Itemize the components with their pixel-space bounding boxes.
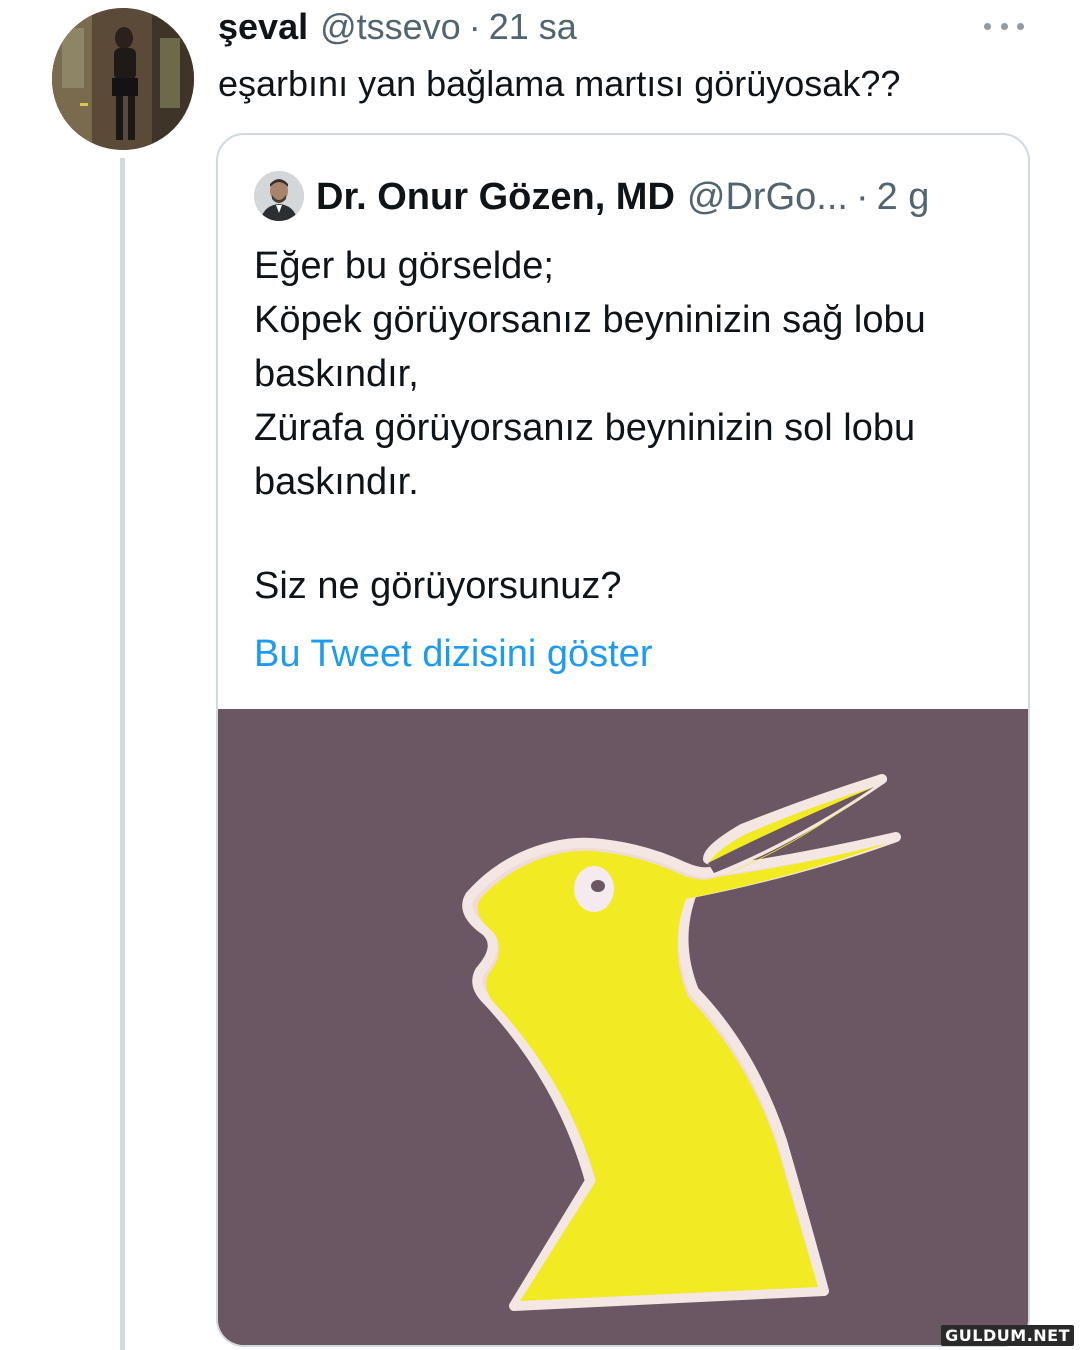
separator-dot: ·: [855, 176, 869, 218]
more-dot: [1000, 22, 1008, 30]
quoted-text-line: Köpek görüyorsanız beyninizin sağ lobu: [254, 299, 926, 341]
tweet-page: şeval @tssevo · 21 sa eşarbını yan bağla…: [0, 0, 1080, 1350]
more-dot: [1017, 22, 1024, 30]
quoted-tweet-time[interactable]: 2 g: [877, 173, 930, 221]
quoted-tweet-media[interactable]: [218, 709, 1028, 1345]
quoted-text-line: baskındır.: [254, 461, 419, 503]
watermark: GULDUM.NET: [941, 1325, 1074, 1346]
author-avatar-image: [52, 8, 194, 150]
quoted-tweet-question: Siz ne görüyorsunuz?: [254, 565, 622, 607]
separator-dot: ·: [468, 6, 481, 47]
quoted-author-name[interactable]: Dr. Onur Gözen, MD: [316, 173, 675, 221]
quoted-author-avatar-image: [254, 171, 304, 221]
tweet-header: şeval @tssevo · 21 sa: [218, 4, 577, 50]
quoted-author-avatar[interactable]: [254, 171, 304, 221]
quoted-tweet-header: Dr. Onur Gözen, MD @DrGo... · 2 g: [316, 173, 929, 221]
thread-connector-line: [120, 158, 125, 1350]
tweet-time[interactable]: 21 sa: [489, 4, 577, 50]
quoted-tweet-card[interactable]: Dr. Onur Gözen, MD @DrGo... · 2 g Eğer b…: [216, 133, 1030, 1347]
show-thread-link[interactable]: Bu Tweet dizisini göster: [254, 627, 653, 681]
more-dot: [984, 22, 991, 30]
author-handle[interactable]: @tssevo: [320, 4, 461, 50]
tweet-text: eşarbını yan bağlama martısı görüyosak??: [218, 63, 901, 104]
author-avatar[interactable]: [52, 8, 194, 150]
quoted-author-handle[interactable]: @DrGo...: [687, 173, 848, 221]
more-horizontal-icon[interactable]: [984, 20, 1024, 32]
duck-rabbit-illusion-image: [218, 709, 1028, 1345]
author-name[interactable]: şeval: [218, 4, 308, 50]
quoted-text-line: Eğer bu görselde;: [254, 245, 554, 287]
quoted-text-line: Zürafa görüyorsanız beyninizin sol lobu: [254, 407, 916, 449]
quoted-text-line: baskındır,: [254, 353, 419, 395]
quoted-tweet-text: Eğer bu görselde; Köpek görüyorsanız bey…: [254, 239, 1014, 509]
